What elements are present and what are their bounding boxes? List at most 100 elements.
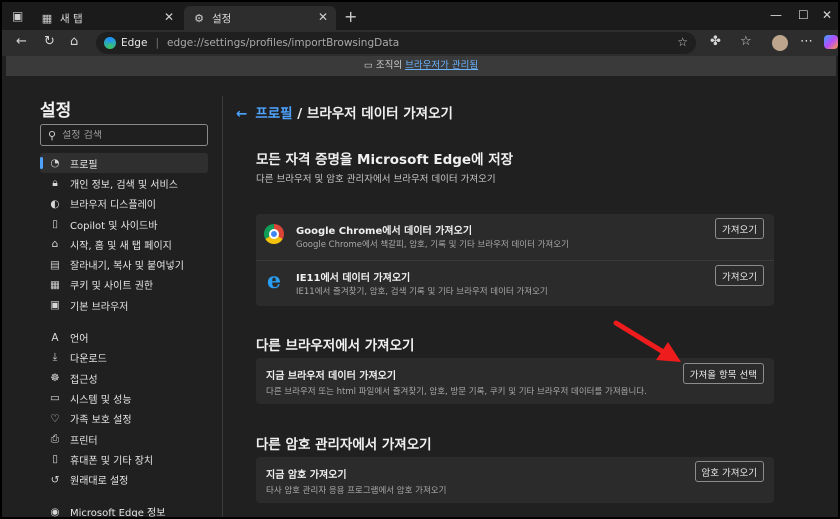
- system-icon: ▭: [50, 392, 60, 405]
- gear-icon: ⚙: [194, 11, 204, 25]
- sidebar-item-appearance[interactable]: ◐ 브라우저 디스플레이: [40, 194, 208, 214]
- close-icon[interactable]: ✕: [318, 10, 328, 24]
- home-icon[interactable]: ⌂: [70, 34, 78, 49]
- sidebar-item-label: 원래대로 설정: [70, 476, 129, 488]
- close-window-icon[interactable]: ✕: [822, 8, 832, 22]
- section-title-save-credentials: 모든 자격 증명을 Microsoft Edge에 저장: [256, 152, 514, 168]
- favorite-star-icon[interactable]: ☆: [677, 35, 688, 49]
- sidebar-item-label: 휴대폰 및 기타 장치: [70, 455, 154, 467]
- sidebar-item-accessibility[interactable]: ☸ 접근성: [40, 368, 208, 388]
- tab-label: 설정: [212, 12, 232, 25]
- settings-search[interactable]: ⚲: [40, 124, 208, 146]
- sidebar-item-phone[interactable]: ▯ 휴대폰 및 기타 장치: [40, 449, 208, 469]
- row-title: Google Chrome에서 데이터 가져오기: [296, 226, 473, 237]
- address-separator: |: [155, 37, 159, 49]
- choose-import-items-button[interactable]: 가져올 항목 선택: [682, 363, 764, 384]
- copilot-icon[interactable]: [824, 35, 838, 49]
- home-icon: ⌂: [51, 238, 59, 251]
- sidebar-item-copilot[interactable]: ▯ Copilot 및 사이드바: [40, 214, 208, 234]
- sidebar-icon: ▯: [52, 218, 58, 231]
- sidebar-item-profile[interactable]: ◔ 프로필: [40, 153, 208, 174]
- breadcrumb-current: / 브라우저 데이터 가져오기: [297, 106, 453, 122]
- site-label: Edge: [121, 37, 148, 49]
- sidebar-item-default-browser[interactable]: ▣ 기본 브라우저: [40, 295, 208, 315]
- sidebar-item-label: 접근성: [70, 374, 98, 386]
- banner-prefix: 조직의: [375, 60, 403, 71]
- section-title-password-managers: 다른 암호 관리자에서 가져오기: [256, 437, 432, 453]
- sidebar-item-languages[interactable]: A 언어: [40, 327, 208, 347]
- extensions-icon[interactable]: ✤: [710, 34, 721, 49]
- sidebar-item-label: 언어: [70, 334, 89, 346]
- password-import-card: 지금 암호 가져오기 타사 암호 관리자 응용 프로그램에서 암호 가져오기 암…: [256, 457, 774, 503]
- row-description: IE11에서 즐겨찾기, 암호, 검색 기록 및 기타 브라우저 데이터 가져오…: [296, 287, 548, 297]
- more-icon[interactable]: ⋯: [800, 34, 813, 49]
- sidebar-item-label: Microsoft Edge 정보: [70, 508, 166, 517]
- sidebar-item-downloads[interactable]: ⤓ 다운로드: [40, 348, 208, 368]
- breadcrumb-parent[interactable]: 프로필: [255, 106, 292, 122]
- tab-bar: ▣ ▦ 새 탭 ✕ ⚙ 설정 ✕ + — ☐ ✕: [2, 2, 838, 30]
- browser-import-card: 지금 브라우저 데이터 가져오기 다른 브라우저 또는 html 파일에서 즐겨…: [256, 358, 774, 404]
- password-import-row: 지금 암호 가져오기 타사 암호 관리자 응용 프로그램에서 암호 가져오기 암…: [256, 457, 774, 501]
- managed-banner: ▭ 조직의 브라우저가 관리됨: [6, 56, 836, 76]
- settings-main: ← 프로필 / 브라우저 데이터 가져오기 모든 자격 증명을 Microsoft…: [236, 76, 836, 517]
- browser-icon: ▣: [50, 299, 60, 312]
- maximize-icon[interactable]: ☐: [798, 8, 809, 22]
- sidebar-item-system[interactable]: ▭ 시스템 및 성능: [40, 388, 208, 408]
- sidebar-item-privacy[interactable]: 🔒︎ 개인 정보, 검색 및 서비스: [40, 173, 208, 193]
- sidebar-item-about[interactable]: ◉ Microsoft Edge 정보: [40, 502, 208, 517]
- managed-link[interactable]: 브라우저가 관리됨: [405, 60, 478, 71]
- favorites-icon[interactable]: ☆: [740, 34, 752, 49]
- section-subtitle: 다른 브라우저 및 암호 관리자에서 브라우저 데이터 가져오기: [256, 174, 496, 185]
- sidebar-item-start-home[interactable]: ⌂ 시작, 홈 및 새 탭 페이지: [40, 234, 208, 254]
- section-title-other-browsers: 다른 브라우저에서 가져오기: [256, 338, 415, 354]
- tab-settings[interactable]: ⚙ 설정 ✕: [184, 6, 336, 30]
- sidebar-divider: [222, 96, 223, 517]
- edge-icon: ◉: [50, 505, 60, 517]
- back-arrow-icon[interactable]: ←: [236, 106, 247, 122]
- sidebar-item-label: Copilot 및 사이드바: [70, 220, 158, 232]
- close-icon[interactable]: ✕: [164, 10, 174, 24]
- row-title: 지금 암호 가져오기: [266, 470, 347, 481]
- back-icon[interactable]: ←: [16, 34, 27, 49]
- new-tab-page-icon: ▦: [41, 11, 53, 25]
- sidebar-item-share-copy-paste[interactable]: ▤ 잘라내기, 복사 및 붙여넣기: [40, 254, 208, 274]
- sidebar-item-label: 가족 보호 설정: [70, 415, 132, 427]
- sidebar-item-label: 시작, 홈 및 새 탭 페이지: [70, 240, 172, 252]
- refresh-icon[interactable]: ↻: [44, 34, 55, 49]
- briefcase-icon: ▭: [363, 60, 373, 71]
- download-icon: ⤓: [52, 351, 58, 364]
- search-input[interactable]: [62, 129, 193, 141]
- sidebar-item-label: 기본 브라우저: [70, 301, 129, 313]
- tab-label: 새 탭: [60, 12, 83, 25]
- sidebar-item-printers[interactable]: ⎙ 프린터: [40, 429, 208, 449]
- import-sources-card: Google Chrome에서 데이터 가져오기 Google Chrome에서…: [256, 214, 774, 306]
- phone-icon: ▯: [52, 453, 58, 466]
- profile-avatar[interactable]: [772, 35, 788, 51]
- clipboard-icon: ▤: [50, 258, 60, 271]
- sidebar-item-cookies[interactable]: ▦ 쿠키 및 사이트 권한: [40, 275, 208, 295]
- sidebar-item-label: 브라우저 디스플레이: [70, 200, 156, 212]
- breadcrumb: ← 프로필 / 브라우저 데이터 가져오기: [236, 102, 453, 122]
- browser-window: ▣ ▦ 새 탭 ✕ ⚙ 설정 ✕ + — ☐ ✕ ← ↻ ⌂ Edge | ed…: [2, 2, 838, 517]
- url-text[interactable]: edge://settings/profiles/importBrowsingD…: [167, 37, 399, 49]
- lock-icon: 🔒︎: [52, 176, 58, 189]
- minimize-icon[interactable]: —: [770, 8, 782, 22]
- import-chrome-button[interactable]: 가져오기: [715, 218, 764, 239]
- navigation-bar: ← ↻ ⌂ Edge | edge://settings/profiles/im…: [2, 30, 838, 56]
- sidebar-item-label: 잘라내기, 복사 및 붙여넣기: [70, 261, 184, 273]
- address-bar[interactable]: Edge | edge://settings/profiles/importBr…: [96, 32, 696, 54]
- tab-new-tab[interactable]: ▦ 새 탭 ✕: [32, 6, 182, 30]
- settings-page: 설정 ⚲ ◔ 프로필 🔒︎ 개인 정보, 검색 및 서비스 ◐ 브라우저 디스플…: [6, 76, 836, 517]
- import-ie11-button[interactable]: 가져오기: [715, 265, 764, 286]
- edge-icon: [104, 37, 116, 49]
- sidebar-item-reset[interactable]: ↺ 원래대로 설정: [40, 469, 208, 489]
- row-description: Google Chrome에서 책갈피, 암호, 기록 및 기타 브라우저 데이…: [296, 240, 569, 250]
- chrome-logo-icon: [264, 224, 284, 244]
- sidebar-item-family[interactable]: ♡ 가족 보호 설정: [40, 409, 208, 429]
- import-passwords-button[interactable]: 암호 가져오기: [694, 461, 764, 482]
- new-tab-button[interactable]: +: [344, 7, 357, 26]
- chrome-import-row: Google Chrome에서 데이터 가져오기 Google Chrome에서…: [256, 214, 774, 258]
- tab-actions-icon[interactable]: ▣: [12, 9, 23, 23]
- cookie-icon: ▦: [50, 278, 60, 291]
